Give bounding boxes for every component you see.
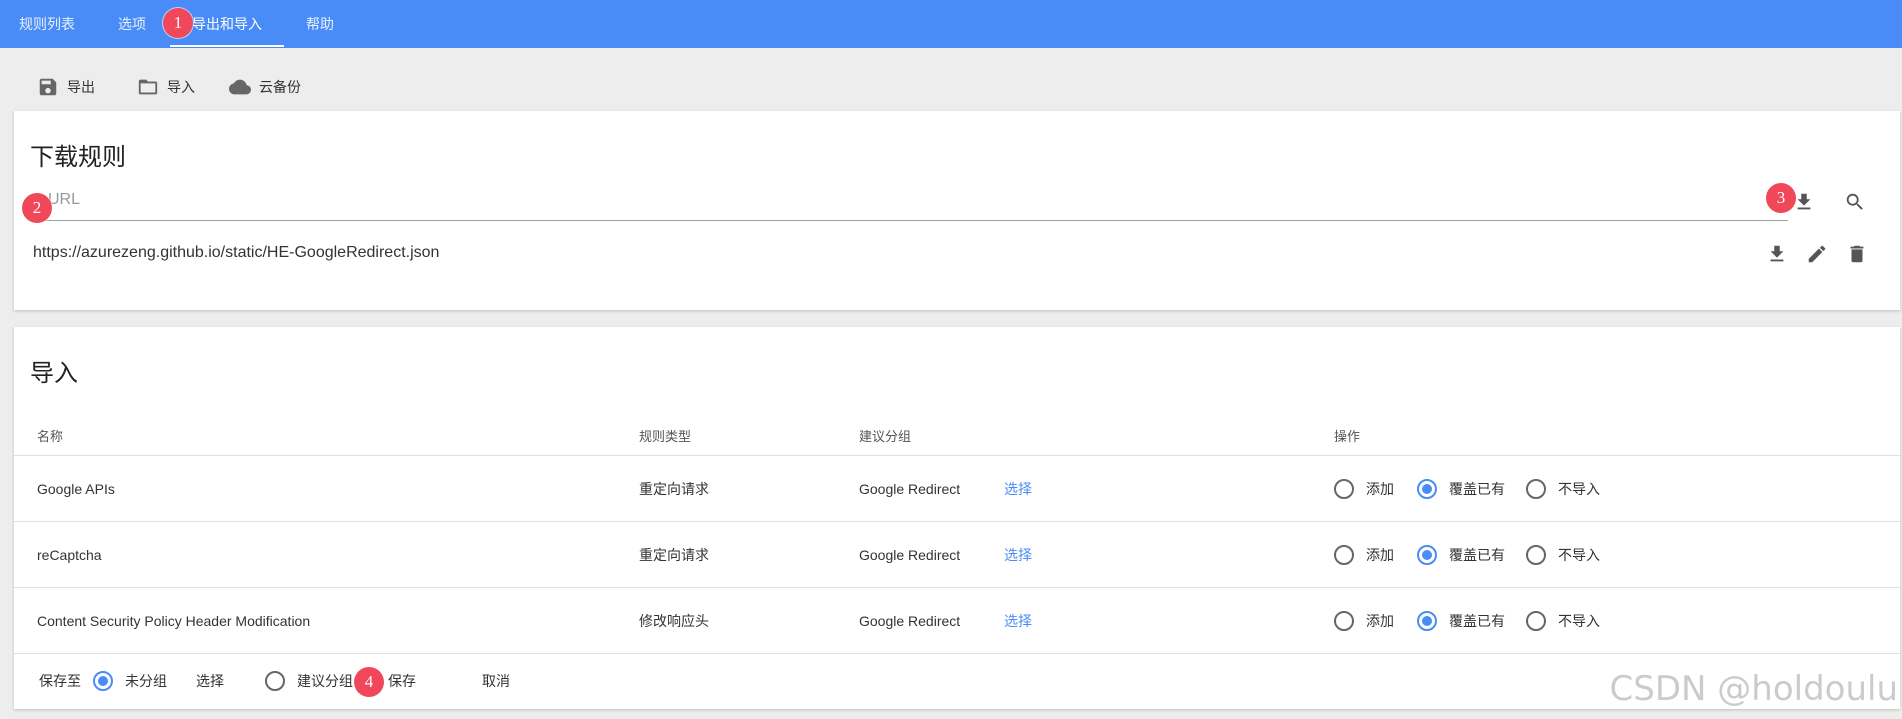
rule-edit-button[interactable] (1805, 242, 1829, 266)
radio-add-label: 添加 (1366, 481, 1394, 497)
column-header-group: 建议分组 (859, 429, 912, 444)
radio-ungrouped-label: 未分组 (125, 673, 167, 689)
radio-skip[interactable]: 不导入 (1526, 545, 1600, 565)
radio-skip-label: 不导入 (1558, 481, 1600, 497)
download-rules-title: 下载规则 (30, 144, 126, 171)
radio-skip[interactable]: 不导入 (1526, 611, 1600, 631)
radio-add-label: 添加 (1366, 547, 1394, 563)
rule-download-button[interactable] (1765, 242, 1789, 266)
import-button[interactable]: 导入 (137, 76, 195, 98)
save-to-label: 保存至 (39, 673, 81, 689)
radio-circle-checked (1417, 545, 1437, 565)
radio-add[interactable]: 添加 (1334, 479, 1394, 499)
radio-overwrite[interactable]: 覆盖已有 (1417, 545, 1505, 565)
rule-url: https://azurezeng.github.io/static/HE-Go… (33, 244, 440, 261)
import-label: 导入 (167, 79, 195, 95)
radio-add[interactable]: 添加 (1334, 611, 1394, 631)
select-group-link[interactable]: 选择 (1004, 456, 1032, 522)
radio-skip[interactable]: 不导入 (1526, 479, 1600, 499)
download-icon (1797, 193, 1811, 210)
table-row: Google APIs 重定向请求 Google Redirect 选择 添加 … (14, 455, 1900, 521)
annotation-marker-3: 3 (1766, 183, 1796, 213)
radio-suggested-group[interactable]: 建议分组 (265, 671, 353, 691)
radio-circle (1334, 545, 1354, 565)
radio-circle (265, 671, 285, 691)
tab-options[interactable]: 选项 (94, 0, 170, 48)
column-header-action: 操作 (1334, 429, 1361, 444)
annotation-marker-1: 1 (163, 8, 193, 38)
table-row: Content Security Policy Header Modificat… (14, 587, 1900, 653)
trash-icon (1850, 245, 1864, 263)
top-tab-bar: 规则列表 选项 导出和导入 帮助 (0, 0, 1902, 48)
rule-group: Google Redirect (859, 613, 961, 629)
export-button[interactable]: 导出 (37, 76, 95, 98)
radio-circle-checked (93, 671, 113, 691)
radio-suggested-label: 建议分组 (297, 673, 353, 689)
cloud-icon (229, 76, 251, 98)
radio-overwrite[interactable]: 覆盖已有 (1417, 611, 1505, 631)
rule-name: Google APIs (37, 481, 115, 497)
radio-skip-label: 不导入 (1558, 613, 1600, 629)
column-header-name: 名称 (37, 429, 64, 444)
rule-group: Google Redirect (859, 481, 961, 497)
table-row: reCaptcha 重定向请求 Google Redirect 选择 添加 覆盖… (14, 521, 1900, 587)
select-group-link[interactable]: 选择 (1004, 588, 1032, 654)
radio-ungrouped[interactable]: 未分组 (93, 671, 167, 691)
radio-circle (1526, 611, 1546, 631)
radio-overwrite-label: 覆盖已有 (1449, 613, 1505, 629)
rule-name: reCaptcha (37, 547, 102, 563)
rule-name: Content Security Policy Header Modificat… (37, 613, 311, 629)
rule-type: 修改响应头 (639, 613, 709, 629)
radio-circle-checked (1417, 479, 1437, 499)
radio-circle (1334, 479, 1354, 499)
tab-rule-list[interactable]: 规则列表 (0, 0, 94, 48)
rule-group: Google Redirect (859, 547, 961, 563)
column-header-type: 规则类型 (639, 429, 692, 444)
radio-add-label: 添加 (1366, 613, 1394, 629)
search-icon (1846, 193, 1863, 210)
import-card: 导入 名称 规则类型 建议分组 操作 Google APIs 重定向请求 Goo… (14, 327, 1900, 709)
url-field (30, 185, 1788, 221)
tab-help[interactable]: 帮助 (284, 0, 356, 48)
save-button[interactable]: 保存 (388, 654, 416, 708)
watermark: CSDN @holdoulu (1609, 669, 1898, 709)
cloud-backup-button[interactable]: 云备份 (229, 76, 301, 98)
download-icon (1770, 245, 1784, 262)
rule-type: 重定向请求 (639, 481, 709, 497)
radio-circle (1334, 611, 1354, 631)
export-label: 导出 (67, 79, 95, 95)
search-button[interactable] (1843, 190, 1867, 214)
rule-delete-button[interactable] (1845, 242, 1869, 266)
radio-overwrite-label: 覆盖已有 (1449, 481, 1505, 497)
save-icon (37, 76, 59, 98)
radio-circle (1526, 479, 1546, 499)
pencil-icon (1808, 245, 1826, 263)
annotation-marker-4: 4 (354, 667, 384, 697)
cancel-button[interactable]: 取消 (482, 654, 510, 708)
radio-skip-label: 不导入 (1558, 547, 1600, 563)
select-group-link[interactable]: 选择 (1004, 522, 1032, 588)
select-save-group-link[interactable]: 选择 (196, 654, 224, 708)
annotation-marker-2: 2 (22, 193, 52, 223)
radio-add[interactable]: 添加 (1334, 545, 1394, 565)
radio-circle (1526, 545, 1546, 565)
radio-circle-checked (1417, 611, 1437, 631)
radio-overwrite-label: 覆盖已有 (1449, 547, 1505, 563)
import-title: 导入 (30, 360, 78, 387)
download-rules-card: 下载规则 https://azurezeng.github.io/static/… (14, 111, 1900, 310)
cloud-backup-label: 云备份 (259, 79, 301, 95)
radio-overwrite[interactable]: 覆盖已有 (1417, 479, 1505, 499)
url-input[interactable] (30, 185, 1788, 215)
rule-type: 重定向请求 (639, 547, 709, 563)
folder-icon (137, 76, 159, 98)
